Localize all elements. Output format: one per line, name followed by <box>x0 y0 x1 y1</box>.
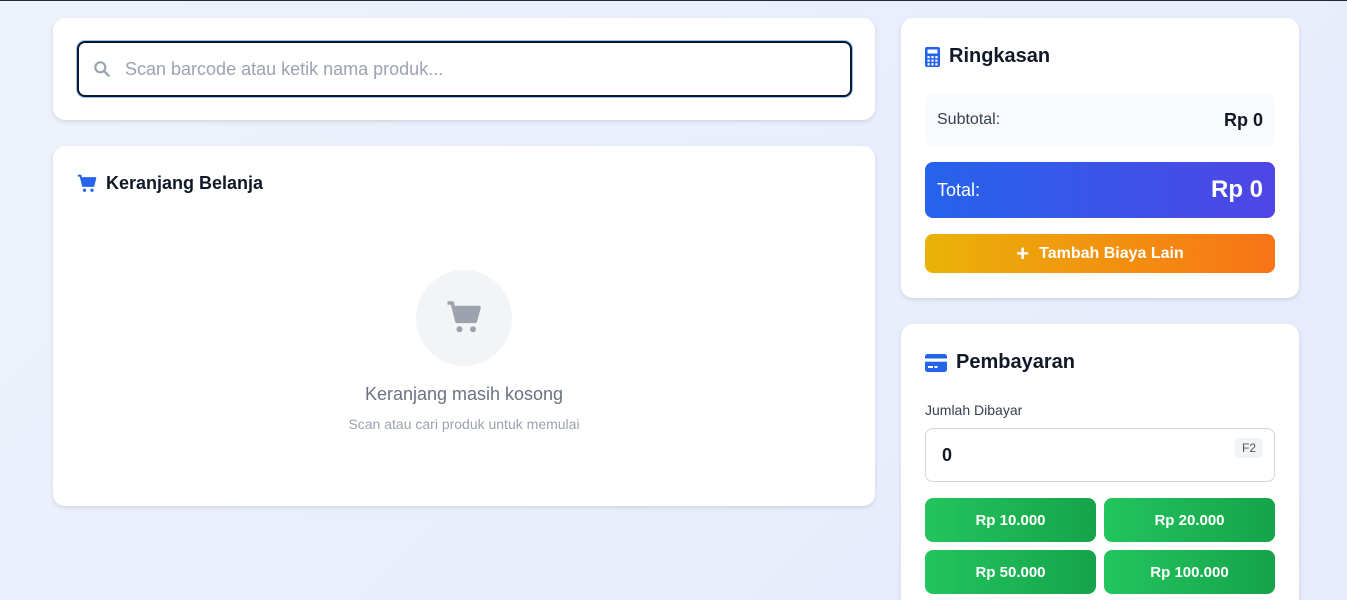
summary-title: Ringkasan <box>949 45 1051 67</box>
credit-card-icon <box>925 353 947 372</box>
payment-header: Pembayaran <box>925 351 1075 374</box>
shortcut-badge: F2 <box>1234 438 1263 458</box>
subtotal-label: Subtotal: <box>937 111 1001 128</box>
search-box[interactable] <box>77 41 852 97</box>
search-icon <box>94 61 110 77</box>
search-card <box>53 18 875 120</box>
empty-cart-illustration <box>416 270 512 366</box>
quick-amount-100000-button[interactable]: Rp 100.000 <box>1104 550 1275 594</box>
amount-paid-label: Jumlah Dibayar <box>925 402 1023 418</box>
calculator-icon <box>925 46 940 67</box>
payment-title: Pembayaran <box>956 351 1075 373</box>
total-value: Rp 0 <box>1210 176 1263 203</box>
subtotal-row: Subtotal: Rp 0 <box>925 94 1275 146</box>
window-top-border <box>0 0 1347 1</box>
cart-title: Keranjang Belanja <box>106 173 264 193</box>
total-row: Total: Rp 0 <box>925 162 1275 218</box>
add-extra-cost-button[interactable]: + Tambah Biaya Lain <box>925 234 1275 273</box>
plus-icon: + <box>1016 240 1030 266</box>
shopping-cart-icon <box>447 301 481 333</box>
subtotal-value: Rp 0 <box>1223 109 1263 130</box>
amount-paid-input[interactable] <box>942 429 1222 481</box>
summary-card: Ringkasan Subtotal: Rp 0 Total: Rp 0 + T… <box>901 18 1299 298</box>
cart-card: Keranjang Belanja Keranjang masih kosong… <box>53 146 875 506</box>
summary-header: Ringkasan <box>925 45 1050 68</box>
quick-amount-20000-button[interactable]: Rp 20.000 <box>1104 498 1275 542</box>
empty-cart-title: Keranjang masih kosong <box>364 384 564 404</box>
quick-amount-50000-button[interactable]: Rp 50.000 <box>925 550 1096 594</box>
payment-card: Pembayaran Jumlah Dibayar F2 Rp 10.000 R… <box>901 324 1299 600</box>
add-extra-cost-label: Tambah Biaya Lain <box>1039 244 1184 262</box>
total-label: Total: <box>937 179 981 200</box>
quick-amount-10000-button[interactable]: Rp 10.000 <box>925 498 1096 542</box>
amount-paid-box[interactable]: F2 <box>925 428 1275 482</box>
empty-cart-subtitle: Scan atau cari produk untuk memulai <box>348 416 580 432</box>
shopping-cart-icon <box>77 174 97 192</box>
search-input[interactable] <box>125 43 840 95</box>
cart-header: Keranjang Belanja <box>77 173 263 194</box>
